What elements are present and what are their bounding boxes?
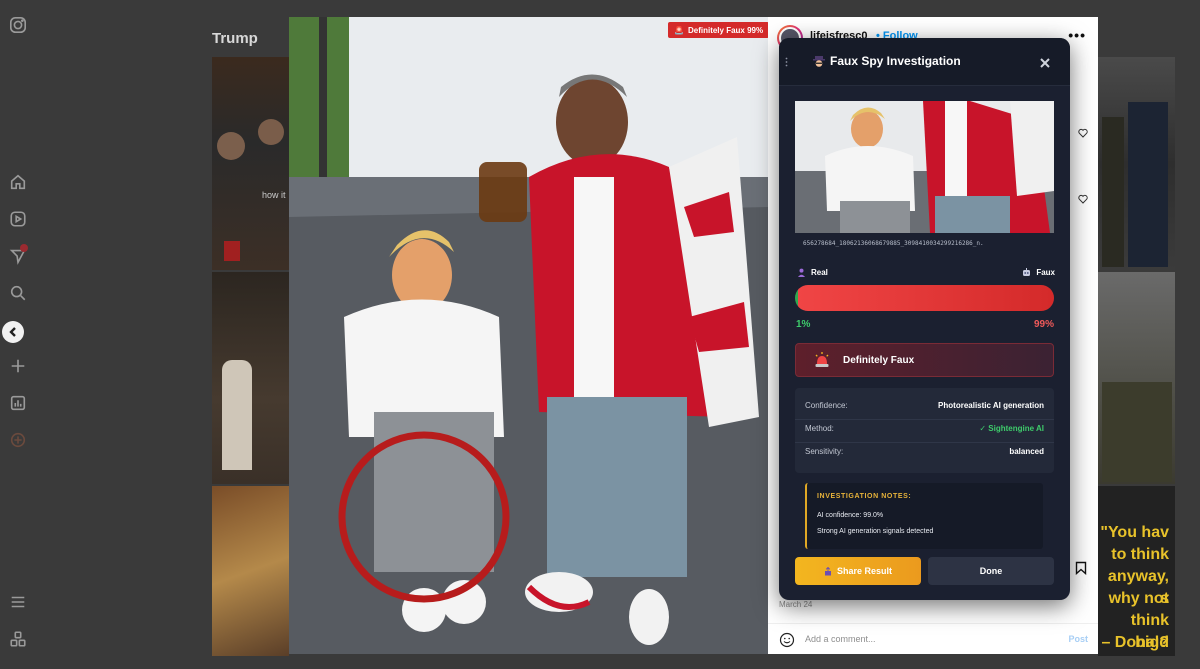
share-result-button[interactable]: Share Result	[795, 557, 921, 585]
verdict-text: Definitely Faux	[843, 355, 915, 366]
instagram-logo-icon[interactable]	[8, 15, 28, 35]
person-icon	[798, 268, 805, 277]
faux-badge-label: Definitely Faux 99%	[687, 25, 764, 35]
search-title: Trump	[212, 30, 258, 47]
notes-heading: INVESTIGATION NOTES:	[817, 493, 912, 500]
detail-value: balanced	[1009, 447, 1044, 456]
real-label-text: Real	[811, 268, 828, 277]
verdict-banner: Definitely Faux	[795, 343, 1054, 377]
note-line: AI confidence: 99.0%	[817, 512, 884, 519]
menu-icon[interactable]	[8, 592, 28, 612]
notification-badge	[20, 244, 28, 252]
tile-quote-line: "You hav	[1100, 524, 1169, 541]
real-vs-faux-meter	[795, 285, 1054, 311]
comment-bar: Add a comment... Post	[768, 623, 1098, 654]
detail-row: Method: ✓ Sightengine AI	[805, 418, 1044, 440]
real-label: Real	[797, 268, 828, 277]
tile-quote-line: – Donald	[1101, 634, 1169, 651]
done-button[interactable]: Done	[928, 557, 1054, 585]
panel-header[interactable]: Faux Spy Investigation	[779, 38, 1070, 86]
detail-key: Sensitivity:	[805, 447, 844, 456]
home-icon[interactable]	[8, 172, 28, 192]
bookmark-icon[interactable]	[1074, 561, 1088, 575]
grid-post-thumbnail[interactable]	[212, 486, 289, 656]
faux-percentage: 99%	[1033, 319, 1054, 330]
siren-icon: 🚨	[674, 25, 684, 35]
image-filename: 656278684_18062136068679885_309841003429…	[803, 240, 984, 247]
post-date: March 24	[779, 600, 813, 609]
detail-value: ✓ Sightengine AI	[979, 424, 1044, 433]
like-comment-icon[interactable]	[1078, 194, 1088, 204]
share-icon	[824, 566, 831, 575]
previous-post-button[interactable]	[2, 321, 24, 343]
robot-icon	[1023, 268, 1031, 276]
spy-icon	[813, 56, 825, 67]
grid-post-thumbnail[interactable]	[212, 272, 289, 484]
detection-details: Confidence: Photorealistic AI generation…	[795, 388, 1054, 473]
grid-post-thumbnail[interactable]: how it	[212, 57, 289, 270]
grid-post-thumbnail[interactable]	[1098, 272, 1175, 484]
also-from-meta-icon[interactable]	[8, 629, 28, 649]
faux-spy-panel: Faux Spy Investigation 656278684_1806213…	[779, 38, 1070, 600]
close-button[interactable]	[1040, 55, 1050, 68]
tile-quote-line: to think	[1111, 546, 1169, 563]
emoji-icon[interactable]	[779, 632, 795, 648]
post-comment-button[interactable]: Post	[1068, 634, 1088, 644]
chevron-left-icon	[9, 327, 16, 337]
comment-input[interactable]: Add a comment...	[805, 634, 876, 644]
post-image[interactable]	[289, 17, 768, 654]
reels-icon[interactable]	[8, 209, 28, 229]
grid-post-thumbnail[interactable]	[1098, 57, 1175, 270]
detail-key: Method:	[805, 424, 834, 433]
dashboard-icon[interactable]	[8, 393, 28, 413]
like-comment-icon[interactable]	[1078, 128, 1088, 138]
note-line: Strong AI generation signals detected	[817, 528, 934, 535]
faux-label-text: Faux	[1036, 268, 1055, 277]
panel-title: Faux Spy Investigation	[830, 54, 961, 68]
drag-handle-icon[interactable]	[785, 57, 791, 67]
share-result-label: Share Result	[836, 566, 893, 576]
faux-portion	[797, 285, 1054, 311]
analyzed-image-thumbnail	[795, 101, 1054, 233]
close-icon	[1040, 58, 1050, 68]
investigation-notes: INVESTIGATION NOTES: AI confidence: 99.0…	[805, 483, 1043, 549]
profile-icon[interactable]	[8, 430, 28, 450]
tile-caption: how it	[262, 190, 286, 200]
detail-row: Sensitivity: balanced	[805, 441, 1044, 463]
siren-icon	[815, 352, 829, 367]
faux-badge[interactable]: 🚨 Definitely Faux 99%	[668, 22, 770, 38]
instagram-page: Trump how it "You hav to think anyway, s…	[0, 0, 1200, 669]
grid-post-thumbnail[interactable]: "You hav to think anyway, s why not thin…	[1098, 486, 1175, 656]
create-icon[interactable]	[8, 356, 28, 376]
detail-key: Confidence:	[805, 401, 848, 410]
detail-value: Photorealistic AI generation	[938, 401, 1044, 410]
search-icon[interactable]	[8, 283, 28, 303]
real-percentage: 1%	[796, 319, 811, 330]
detail-row: Confidence: Photorealistic AI generation	[805, 395, 1044, 417]
more-options-icon[interactable]: •••	[1068, 27, 1086, 43]
tile-quote-line: why not	[1108, 590, 1169, 607]
faux-label: Faux	[1022, 268, 1055, 277]
post-photo-illustration	[289, 17, 768, 654]
